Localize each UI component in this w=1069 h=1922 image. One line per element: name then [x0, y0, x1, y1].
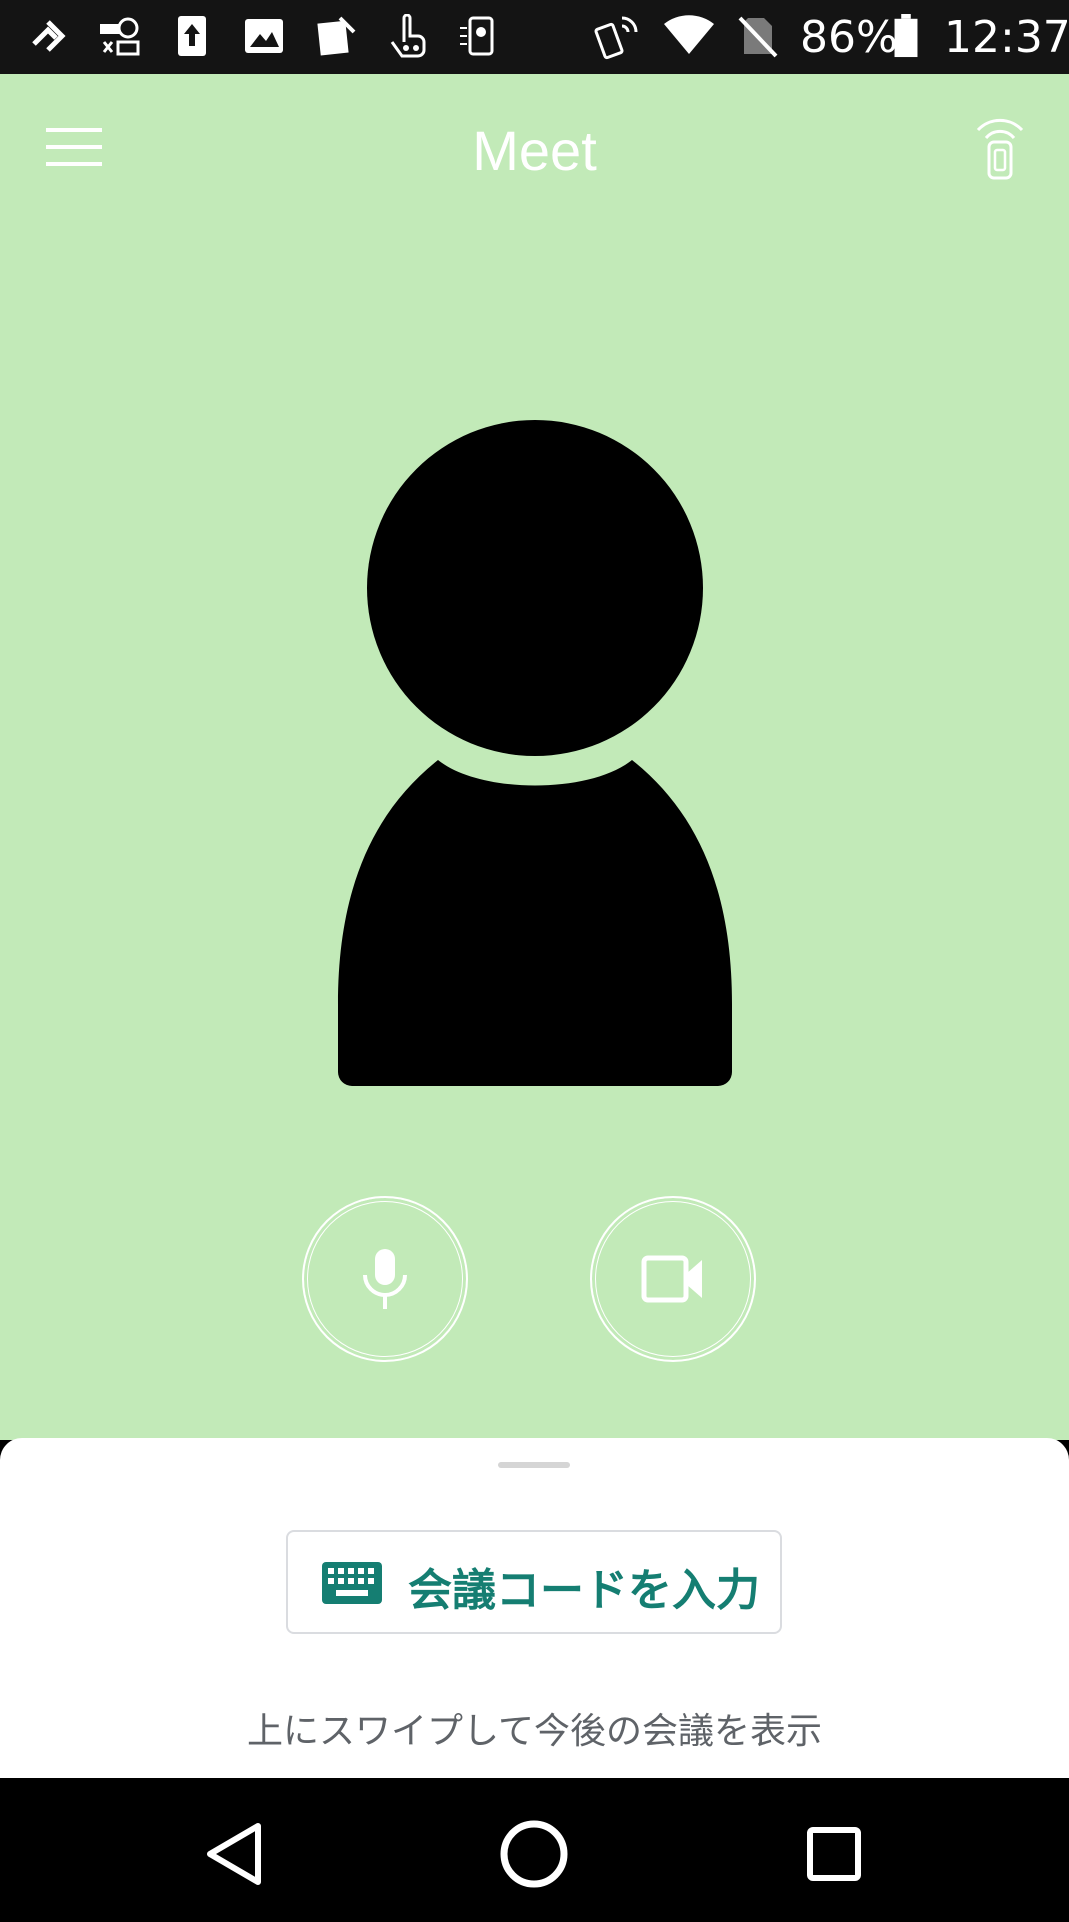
camera-toggle-button[interactable]: [590, 1196, 756, 1362]
video-camera-icon: [641, 1255, 702, 1303]
sync-icon: [32, 20, 66, 52]
sheet-drag-handle[interactable]: [498, 1462, 570, 1468]
bottom-sheet[interactable]: 会議コードを入力 上にスワイプして今後の会議を表示: [0, 1438, 1069, 1778]
keyboard-icon: [322, 1562, 382, 1604]
back-triangle-icon[interactable]: [196, 1814, 276, 1894]
no-sim-icon: [738, 16, 778, 58]
phone-app-icon: [460, 16, 494, 56]
navigation-bar: [0, 1778, 1069, 1922]
app-title: Meet: [472, 119, 597, 182]
microphone-icon: [363, 1249, 407, 1309]
remote-cast-icon[interactable]: [970, 112, 1030, 180]
microphone-toggle-button[interactable]: [302, 1196, 468, 1362]
nfc-phone-icon: [594, 16, 638, 60]
upload-icon: [178, 16, 206, 56]
battery-icon: [894, 14, 918, 58]
vpn-key-icon: [100, 17, 140, 56]
wifi-icon: [664, 15, 714, 54]
touch-icon: [390, 14, 426, 58]
image-icon: [245, 19, 283, 53]
enter-meeting-code-button[interactable]: 会議コードを入力: [286, 1530, 782, 1634]
recents-square-icon[interactable]: [794, 1814, 874, 1894]
edit-doc-icon: [317, 16, 356, 56]
battery-percent: 86%: [800, 12, 898, 63]
swipe-hint: 上にスワイプして今後の会議を表示: [247, 1711, 822, 1752]
camera-preview: Meet: [0, 74, 1069, 1440]
status-bar: 86% 12:37: [0, 0, 1069, 74]
enter-code-label: 会議コードを入力: [408, 1565, 760, 1616]
home-circle-icon[interactable]: [494, 1814, 574, 1894]
person-silhouette-icon: [338, 420, 732, 1086]
clock: 12:37: [944, 12, 1069, 63]
